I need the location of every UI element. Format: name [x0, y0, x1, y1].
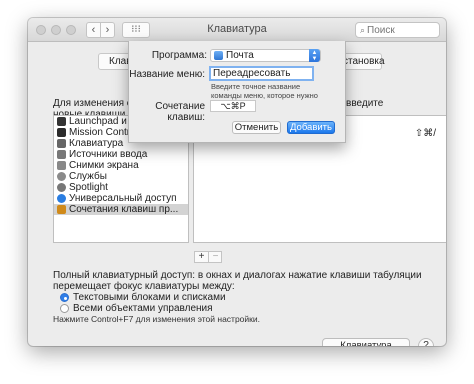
- radio-label: Текстовыми блоками и списками: [73, 292, 226, 303]
- list-item[interactable]: Службы: [54, 171, 188, 182]
- add-shortcut-sheet: Программа: Почта ▲▼ Название меню: Введи…: [128, 41, 346, 143]
- add-shortcut-button[interactable]: +: [195, 252, 209, 262]
- radio-label: Всеми объектами управления: [73, 303, 213, 314]
- keyboard-icon: [57, 139, 66, 148]
- radio-text-boxes[interactable]: Текстовыми блоками и списками: [60, 292, 226, 303]
- description-right-fragment: введите: [346, 98, 384, 109]
- menu-name-label: Название меню:: [129, 69, 205, 80]
- services-gear-icon: [57, 172, 66, 181]
- input-sources-icon: [57, 150, 66, 159]
- list-item[interactable]: Снимки экрана: [54, 160, 188, 171]
- program-value: Почта: [226, 50, 254, 61]
- add-remove-control: + −: [194, 251, 222, 263]
- search-input[interactable]: [367, 25, 430, 36]
- popup-arrows-icon: ▲ ▼: [309, 49, 320, 62]
- radio-all-controls[interactable]: Всеми объектами управления: [60, 303, 213, 314]
- menu-name-input[interactable]: [209, 66, 314, 81]
- keyboard-access-text: Полный клавиатурный доступ: в окнах и ди…: [53, 270, 422, 292]
- cancel-button[interactable]: Отменить: [232, 121, 281, 134]
- list-item[interactable]: Универсальный доступ: [54, 193, 188, 204]
- radio-button[interactable]: [60, 304, 69, 313]
- radio-button-selected[interactable]: [60, 293, 69, 302]
- list-item[interactable]: Источники ввода: [54, 149, 188, 160]
- app-shortcuts-icon: [57, 205, 66, 214]
- bluetooth-keyboard-button[interactable]: Клавиатура Bluetooth...: [322, 338, 410, 346]
- remove-shortcut-button[interactable]: −: [209, 252, 222, 262]
- launchpad-icon: [57, 117, 66, 126]
- list-item[interactable]: Spotlight: [54, 182, 188, 193]
- title-bar: ‹ › ⁝⁝⁝ Клавиатура ⌕: [28, 18, 446, 42]
- help-button[interactable]: ?: [418, 338, 434, 346]
- tab-dictation[interactable]: становка: [340, 53, 385, 70]
- mail-app-icon: [214, 51, 223, 60]
- program-label: Программа:: [151, 50, 207, 61]
- search-icon: ⌕: [360, 25, 366, 35]
- spotlight-icon: [57, 183, 66, 192]
- accessibility-icon: [57, 194, 66, 203]
- control-f7-note: Нажмите Control+F7 для изменения этой на…: [53, 314, 260, 324]
- shortcut-keys: ⇧⌘/: [414, 128, 436, 139]
- shortcut-recorder-field[interactable]: ⌥⌘P: [210, 100, 256, 112]
- list-item-selected[interactable]: Сочетания клавиш пр...: [54, 204, 188, 215]
- program-popup[interactable]: Почта ▲ ▼: [210, 49, 321, 62]
- search-field[interactable]: ⌕: [355, 22, 440, 38]
- shortcut-label: Сочетание клавиш:: [155, 101, 205, 123]
- mission-control-icon: [57, 128, 66, 137]
- add-button[interactable]: Добавить: [287, 121, 335, 134]
- screenshot-icon: [57, 161, 66, 170]
